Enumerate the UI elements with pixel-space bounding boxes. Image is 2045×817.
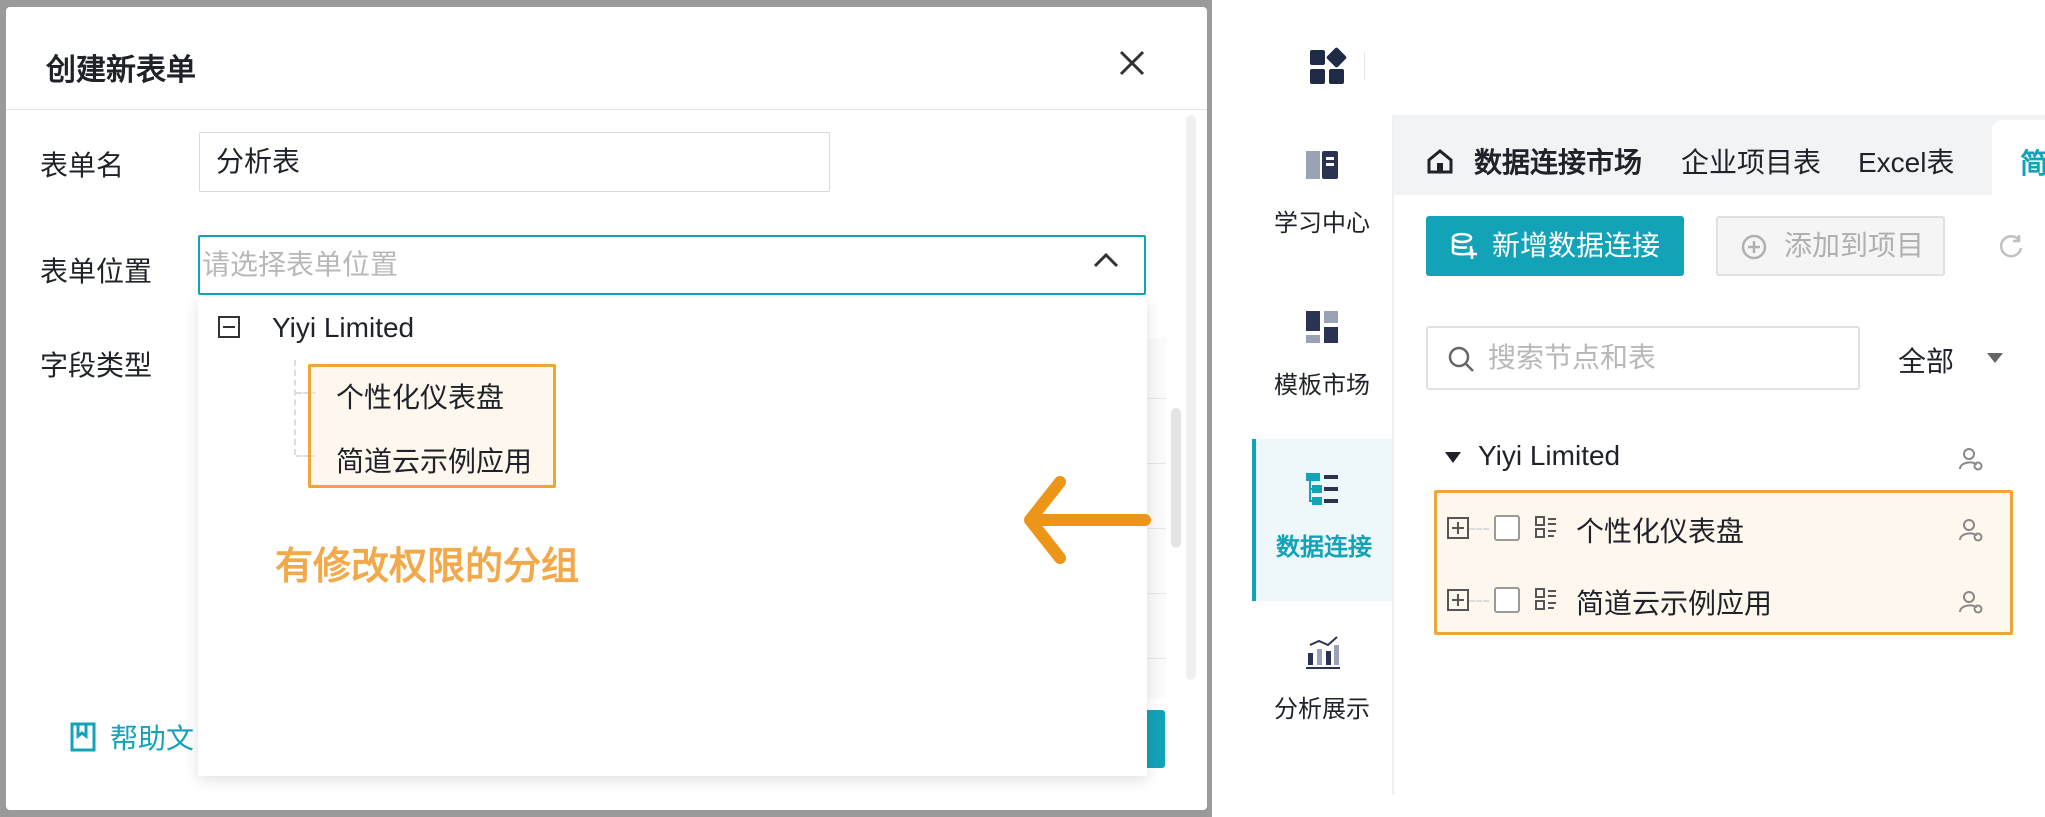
app-grid-logo-icon[interactable]: [1308, 46, 1348, 86]
button-label: 新增数据连接: [1492, 230, 1661, 261]
user-permission-icon[interactable]: [1958, 517, 1984, 543]
expand-icon[interactable]: [1447, 517, 1469, 539]
sidebar-item-templates[interactable]: 模板市场: [1252, 277, 1392, 439]
search-icon: [1448, 346, 1474, 372]
dropdown-root-item[interactable]: Yiyi Limited: [272, 312, 414, 344]
modal-header-divider: [6, 109, 1207, 110]
button-label: 添加到项目: [1784, 230, 1925, 261]
tab-active[interactable]: 简: [1992, 120, 2045, 195]
tab-excel[interactable]: Excel表: [1858, 141, 1954, 181]
form-name-label: 表单名: [40, 150, 125, 181]
caret-down-icon[interactable]: [1987, 353, 2003, 363]
help-doc-link[interactable]: 帮助文: [110, 717, 194, 757]
row-checkbox[interactable]: [1494, 587, 1520, 613]
tab-bar: 数据连接市场 企业项目表 Excel表: [1394, 115, 2045, 195]
annotation-text: 有修改权限的分组: [275, 546, 580, 588]
user-permission-icon[interactable]: [1958, 589, 1984, 615]
sidebar-item-data-connect[interactable]: 数据连接: [1252, 439, 1392, 601]
form-name-input[interactable]: 分析表: [199, 132, 830, 192]
dropdown-item-dashboard[interactable]: 个性化仪表盘: [336, 376, 504, 416]
filter-select[interactable]: 全部: [1898, 340, 1954, 380]
tree-connector: [1469, 528, 1489, 530]
arrow-left-icon: [1024, 476, 1151, 567]
dropdown-scrollbar-thumb[interactable]: [1171, 408, 1181, 548]
app-screenshot: 学习中心 模板市场 数据连接 分析展示 数据连接市场 企业项目表 Excel表 …: [1212, 0, 2045, 817]
sidebar-item-label: 学习中心: [1274, 210, 1370, 237]
home-icon: [1427, 149, 1453, 174]
chart-icon: [1306, 636, 1340, 669]
field-type-label: 字段类型: [40, 350, 153, 381]
expand-icon[interactable]: [1447, 589, 1469, 611]
sidebar: 学习中心 模板市场 数据连接 分析展示: [1252, 115, 1394, 795]
sidebar-item-label: 分析展示: [1274, 696, 1370, 723]
sidebar-item-analysis[interactable]: 分析展示: [1252, 601, 1392, 763]
sidebar-item-label: 模板市场: [1274, 372, 1370, 399]
search-input[interactable]: 搜索节点和表: [1426, 326, 1860, 390]
template-icon: [1306, 311, 1338, 343]
add-to-project-button[interactable]: 添加到项目: [1716, 216, 1945, 276]
collapse-icon[interactable]: [218, 316, 240, 338]
search-placeholder: 搜索节点和表: [1488, 342, 1657, 373]
add-data-connection-button[interactable]: 新增数据连接: [1426, 216, 1684, 276]
chevron-up-icon[interactable]: [1092, 250, 1120, 270]
form-location-select[interactable]: 请选择表单位置: [198, 235, 1146, 295]
form-doc-icon: [1535, 588, 1556, 610]
form-doc-icon: [1535, 516, 1556, 538]
database-plus-icon: [1451, 232, 1477, 259]
tree-item-sample-app[interactable]: 简道云示例应用: [1576, 582, 1772, 622]
dropdown-item-sample-app[interactable]: 简道云示例应用: [336, 440, 532, 480]
book-icon: [70, 722, 96, 752]
modal-scrollbar[interactable]: [1186, 115, 1196, 680]
sidebar-item-learning[interactable]: 学习中心: [1252, 115, 1392, 277]
tree-root-item[interactable]: Yiyi Limited: [1478, 440, 1620, 472]
plus-circle-icon: [1741, 234, 1767, 260]
data-connect-icon: [1306, 473, 1338, 505]
tree-item-dashboard[interactable]: 个性化仪表盘: [1576, 510, 1744, 550]
caret-down-icon[interactable]: [1445, 452, 1461, 463]
tab-enterprise-project[interactable]: 企业项目表: [1681, 141, 1821, 181]
row-checkbox[interactable]: [1494, 515, 1520, 541]
tab-data-market[interactable]: 数据连接市场: [1474, 141, 1642, 181]
logo-separator: [1364, 52, 1365, 80]
modal-title: 创建新表单: [46, 54, 196, 87]
sidebar-item-label: 数据连接: [1276, 534, 1372, 561]
book-icon: [1306, 151, 1338, 179]
tree-connector: [1469, 600, 1489, 602]
tab-active-label: 简: [2020, 148, 2045, 179]
refresh-icon[interactable]: [1997, 232, 2025, 260]
user-permission-icon[interactable]: [1958, 446, 1984, 472]
form-location-label: 表单位置: [40, 256, 153, 287]
tree-connector: [294, 360, 296, 455]
modal-screenshot: 创建新表单 表单名 分析表 表单位置 请选择表单位置 字段类型 帮助文 Yiyi…: [0, 0, 1212, 817]
close-icon[interactable]: [1116, 47, 1148, 79]
